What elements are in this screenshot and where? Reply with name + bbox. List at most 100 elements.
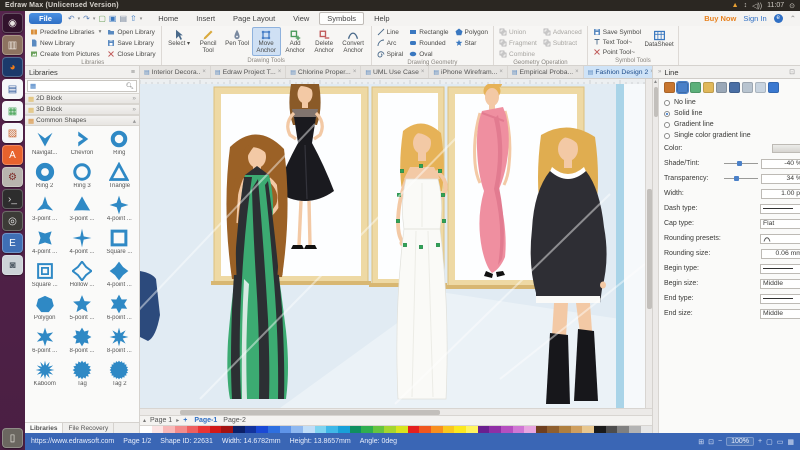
- library-search-input[interactable]: ▦ 🔍︎: [27, 80, 137, 92]
- dropdown-rounding-presets[interactable]: ▾: [760, 234, 800, 244]
- color-swatch[interactable]: [221, 426, 233, 433]
- expand-icon[interactable]: »: [132, 106, 136, 113]
- dropdown-begin-size[interactable]: Middle▾: [760, 279, 800, 289]
- doc-tab-iphone-wirefram-[interactable]: ▤iPhone Wirefram...×: [429, 66, 507, 78]
- effect-icon[interactable]: [729, 82, 740, 93]
- comment-icon[interactable]: [755, 82, 766, 93]
- libraries-menu-icon[interactable]: ≡: [131, 69, 135, 76]
- color-swatch[interactable]: [571, 426, 583, 433]
- panel-pin-icon[interactable]: ⊡: [789, 68, 795, 76]
- close-library-button[interactable]: Close Library: [105, 49, 157, 59]
- color-swatch[interactable]: [350, 426, 362, 433]
- shape-polygonblob[interactable]: Polygon: [26, 292, 63, 325]
- network-icon[interactable]: ↕: [744, 2, 748, 9]
- pen-tool-button[interactable]: Pen Tool: [223, 27, 252, 50]
- rounded-button[interactable]: Rounded: [407, 38, 450, 48]
- advanced-button[interactable]: Advanced: [541, 27, 584, 37]
- color-swatch[interactable]: [361, 426, 373, 433]
- shape-chevron[interactable]: Chevron: [63, 127, 100, 160]
- grid-view-icon[interactable]: ▦: [787, 438, 794, 446]
- fill-format-icon[interactable]: [690, 82, 701, 93]
- redo-caret-icon[interactable]: ▾: [93, 16, 96, 22]
- save-symbolbutton[interactable]: Save Symbol: [591, 27, 643, 37]
- color-swatch[interactable]: [326, 426, 338, 433]
- color-swatch[interactable]: [373, 426, 385, 433]
- close-tab-icon[interactable]: ×: [202, 69, 206, 75]
- radio-solid-line[interactable]: Solid line: [664, 108, 800, 119]
- library-group-common-shapes[interactable]: ▦Common Shapes▴: [25, 115, 139, 126]
- polygon-button[interactable]: Polygon: [453, 27, 491, 37]
- shape-hollow4[interactable]: Hollow ...: [63, 259, 100, 292]
- union-button[interactable]: Union: [497, 27, 539, 37]
- volume-icon[interactable]: ◁)): [752, 2, 762, 10]
- rectangle-button[interactable]: Rectangle: [407, 27, 450, 37]
- color-swatch[interactable]: [489, 426, 501, 433]
- canvas-vertical-scrollbar[interactable]: [645, 79, 652, 408]
- libreoffice-impress-icon[interactable]: ▨: [2, 123, 23, 143]
- color-swatch[interactable]: [641, 426, 653, 433]
- print-icon[interactable]: ▤: [119, 14, 127, 23]
- panel-collapse-icon[interactable]: »: [658, 69, 661, 75]
- shape-tag[interactable]: Tag: [63, 358, 100, 391]
- shape-square2[interactable]: Square ...: [26, 259, 63, 292]
- color-swatch[interactable]: [454, 426, 466, 433]
- slider-shade-tint[interactable]: [724, 159, 758, 169]
- libreoffice-writer-icon[interactable]: ▤: [2, 79, 23, 99]
- edraw-icon[interactable]: E: [2, 233, 23, 253]
- fragment-button[interactable]: Fragment: [497, 38, 539, 48]
- color-swatch[interactable]: [559, 426, 571, 433]
- shape-star8[interactable]: 8-point ...: [63, 325, 100, 358]
- create-from-pictures-button[interactable]: Create from Pictures: [28, 49, 103, 59]
- folder-icon[interactable]: [703, 82, 714, 93]
- text-tool-button[interactable]: Text Tool~: [591, 37, 643, 47]
- menu-tab-page-layout[interactable]: Page Layout: [225, 12, 283, 25]
- pan-icon[interactable]: ⊡: [708, 438, 714, 446]
- panel-tab-file-recovery[interactable]: File Recovery: [63, 423, 114, 433]
- color-swatch[interactable]: [384, 426, 396, 433]
- doc-tab-uml-use-case[interactable]: ▤UML Use Case×: [361, 66, 429, 78]
- new-icon[interactable]: ▢: [98, 14, 106, 23]
- color-swatch[interactable]: [419, 426, 431, 433]
- expand-icon[interactable]: ▴: [133, 117, 136, 125]
- drawing-canvas[interactable]: [140, 79, 652, 408]
- close-tab-icon[interactable]: ×: [575, 69, 579, 75]
- slider-transparency[interactable]: [724, 174, 758, 184]
- shape-star3[interactable]: 3-point ...: [26, 193, 63, 226]
- point-tool-button[interactable]: Point Tool~: [591, 47, 643, 57]
- shape-star4c[interactable]: 4-point ...: [63, 226, 100, 259]
- color-swatch[interactable]: [175, 426, 187, 433]
- value-shade-tint[interactable]: -40 %: [761, 159, 800, 169]
- subtract-button[interactable]: Subtract: [541, 38, 584, 48]
- value-transparency[interactable]: 34 %: [761, 174, 800, 184]
- page-nav-next-icon[interactable]: ▸: [176, 417, 179, 424]
- close-tab-icon[interactable]: ×: [353, 69, 357, 75]
- panel-tab-libraries[interactable]: Libraries: [25, 423, 63, 433]
- color-swatch[interactable]: [140, 426, 152, 433]
- canvas-horizontal-scrollbar[interactable]: [140, 408, 652, 415]
- system-settings-icon[interactable]: ⚙: [2, 167, 23, 187]
- color-swatch[interactable]: [396, 426, 408, 433]
- shape-ring2[interactable]: Ring 2: [26, 160, 63, 193]
- menu-tab-symbols[interactable]: Symbols: [319, 12, 364, 25]
- convert-anchor-button[interactable]: Convert Anchor: [339, 27, 368, 56]
- undo-icon[interactable]: ↶: [68, 14, 75, 23]
- doc-tab-empirical-proba-[interactable]: ▤Empirical Proba...×: [508, 66, 584, 78]
- color-swatch[interactable]: [233, 426, 245, 433]
- add-anchor-button[interactable]: Add Anchor: [281, 27, 310, 56]
- shape-navigate[interactable]: Navigat...: [26, 127, 63, 160]
- shape-squareo[interactable]: Square ...: [101, 226, 138, 259]
- color-swatch[interactable]: [606, 426, 618, 433]
- shape-star3b[interactable]: 3-point ...: [63, 193, 100, 226]
- help-icon[interactable]: [768, 82, 779, 93]
- color-swatch[interactable]: [617, 426, 629, 433]
- shape-format-icon[interactable]: [664, 82, 675, 93]
- page-tab-page-1[interactable]: Page-1: [191, 417, 220, 424]
- move-anchor-button[interactable]: Move Anchor: [252, 27, 281, 56]
- doc-tab-chlorine-proper-[interactable]: ▤Chlorine Proper...×: [286, 66, 361, 78]
- color-swatch[interactable]: [594, 426, 606, 433]
- color-swatch[interactable]: [280, 426, 292, 433]
- save-icon[interactable]: ▣: [109, 14, 117, 23]
- close-tab-icon[interactable]: ×: [421, 69, 425, 75]
- doc-tab-edraw-project-t-[interactable]: ▤Edraw Project T...×: [211, 66, 286, 78]
- file-button[interactable]: File: [29, 13, 62, 24]
